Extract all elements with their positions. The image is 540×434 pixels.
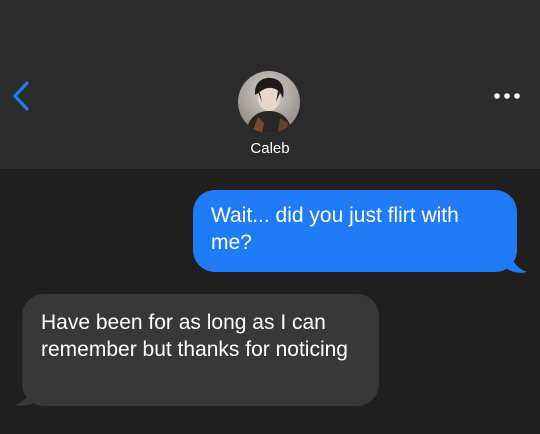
more-horizontal-icon <box>494 93 520 99</box>
conversation-screen: Caleb Wait... did you just flirt with me… <box>0 0 540 434</box>
chevron-left-icon <box>13 81 29 111</box>
message-text: Wait... did you just flirt with me? <box>211 204 459 254</box>
contact-avatar[interactable] <box>238 71 300 133</box>
message-text: Have been for as long as I can remember … <box>41 311 348 361</box>
incoming-message-bubble[interactable]: Have been for as long as I can remember … <box>22 294 379 406</box>
outgoing-message-bubble[interactable]: Wait... did you just flirt with me? <box>193 190 517 272</box>
conversation-header: Caleb <box>0 0 540 170</box>
contact-name[interactable]: Caleb <box>0 140 540 157</box>
back-button[interactable] <box>8 76 38 116</box>
more-button[interactable] <box>490 84 526 108</box>
